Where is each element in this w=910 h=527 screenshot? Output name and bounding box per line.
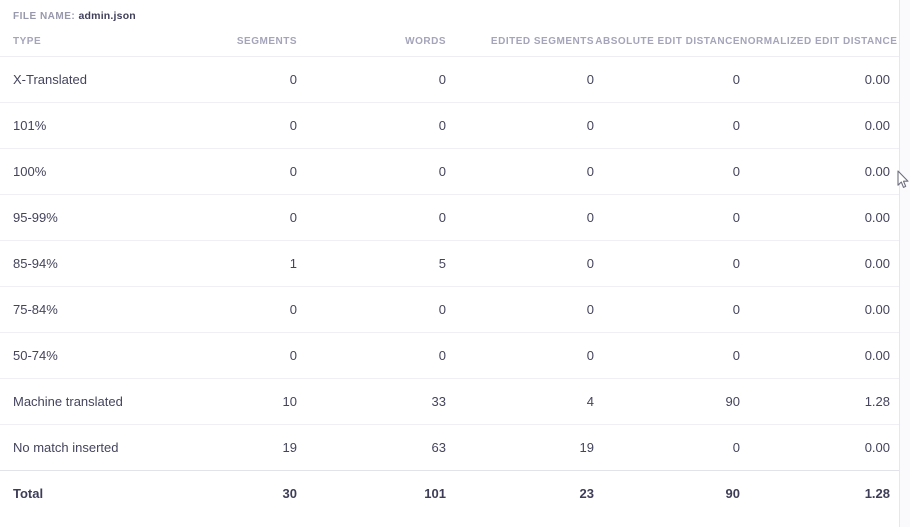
cell-normalized-edit-distance: 0.00 [740,194,899,240]
cell-words: 0 [297,56,446,102]
cell-segments: 0 [210,56,297,102]
table-row: No match inserted19631900.00 [0,424,899,470]
statistics-page: FILE NAME: admin.json TYPE SEGMENTS WORD… [0,0,910,527]
table-row: Machine translated10334901.28 [0,378,899,424]
cell-segments: 30 [210,470,297,516]
cell-absolute-edit-distance: 0 [594,424,740,470]
cell-normalized-edit-distance: 0.00 [740,102,899,148]
cell-type: 85-94% [0,240,210,286]
cell-edited-segments: 4 [446,378,594,424]
cell-words: 0 [297,286,446,332]
cell-normalized-edit-distance: 1.28 [740,378,899,424]
cell-segments: 0 [210,286,297,332]
cell-type: Machine translated [0,378,210,424]
table-body: X-Translated00000.00101%00000.00100%0000… [0,56,899,516]
cell-edited-segments: 0 [446,286,594,332]
cell-type: No match inserted [0,424,210,470]
cell-words: 0 [297,332,446,378]
cell-absolute-edit-distance: 0 [594,56,740,102]
cell-normalized-edit-distance: 1.28 [740,470,899,516]
cell-type: X-Translated [0,56,210,102]
table-row: 95-99%00000.00 [0,194,899,240]
column-header-type: TYPE [0,28,210,56]
cell-segments: 0 [210,194,297,240]
cell-absolute-edit-distance: 0 [594,148,740,194]
cell-edited-segments: 19 [446,424,594,470]
cell-words: 5 [297,240,446,286]
cell-words: 63 [297,424,446,470]
column-header-normalized-edit-distance: NORMALIZED EDIT DISTANCE [740,28,899,56]
table-header-row: TYPE SEGMENTS WORDS EDITED SEGMENTS ABSO… [0,28,899,56]
cell-edited-segments: 0 [446,102,594,148]
table-row: 75-84%00000.00 [0,286,899,332]
cell-type: 95-99% [0,194,210,240]
cell-normalized-edit-distance: 0.00 [740,240,899,286]
file-statistics-panel: FILE NAME: admin.json TYPE SEGMENTS WORD… [0,0,900,527]
cell-segments: 19 [210,424,297,470]
column-header-absolute-edit-distance: ABSOLUTE EDIT DISTANCE [594,28,740,56]
cell-absolute-edit-distance: 90 [594,378,740,424]
file-name-value: admin.json [79,10,136,22]
cell-type: 101% [0,102,210,148]
cell-edited-segments: 0 [446,148,594,194]
cell-words: 0 [297,194,446,240]
cell-absolute-edit-distance: 0 [594,102,740,148]
cell-normalized-edit-distance: 0.00 [740,56,899,102]
table-row: 101%00000.00 [0,102,899,148]
cell-absolute-edit-distance: 0 [594,194,740,240]
table-row: 100%00000.00 [0,148,899,194]
cell-absolute-edit-distance: 90 [594,470,740,516]
statistics-table: TYPE SEGMENTS WORDS EDITED SEGMENTS ABSO… [0,28,899,516]
file-name-bar: FILE NAME: admin.json [0,0,899,28]
cell-edited-segments: 0 [446,56,594,102]
cell-segments: 0 [210,332,297,378]
cell-type: Total [0,470,210,516]
column-header-words: WORDS [297,28,446,56]
cell-segments: 0 [210,102,297,148]
cell-words: 33 [297,378,446,424]
table-row: 85-94%15000.00 [0,240,899,286]
cell-edited-segments: 0 [446,240,594,286]
cell-absolute-edit-distance: 0 [594,286,740,332]
cell-words: 101 [297,470,446,516]
cell-edited-segments: 0 [446,194,594,240]
cell-segments: 1 [210,240,297,286]
cell-type: 50-74% [0,332,210,378]
cell-edited-segments: 23 [446,470,594,516]
cell-absolute-edit-distance: 0 [594,240,740,286]
cell-type: 100% [0,148,210,194]
column-header-edited-segments: EDITED SEGMENTS [446,28,594,56]
cell-normalized-edit-distance: 0.00 [740,148,899,194]
cell-normalized-edit-distance: 0.00 [740,286,899,332]
cell-segments: 10 [210,378,297,424]
table-row: 50-74%00000.00 [0,332,899,378]
cell-edited-segments: 0 [446,332,594,378]
table-row: X-Translated00000.00 [0,56,899,102]
cell-words: 0 [297,102,446,148]
cell-normalized-edit-distance: 0.00 [740,424,899,470]
cell-type: 75-84% [0,286,210,332]
cell-normalized-edit-distance: 0.00 [740,332,899,378]
cell-absolute-edit-distance: 0 [594,332,740,378]
column-header-segments: SEGMENTS [210,28,297,56]
file-name-label: FILE NAME: [13,11,75,22]
cell-segments: 0 [210,148,297,194]
cell-words: 0 [297,148,446,194]
table-total-row: Total3010123901.28 [0,470,899,516]
